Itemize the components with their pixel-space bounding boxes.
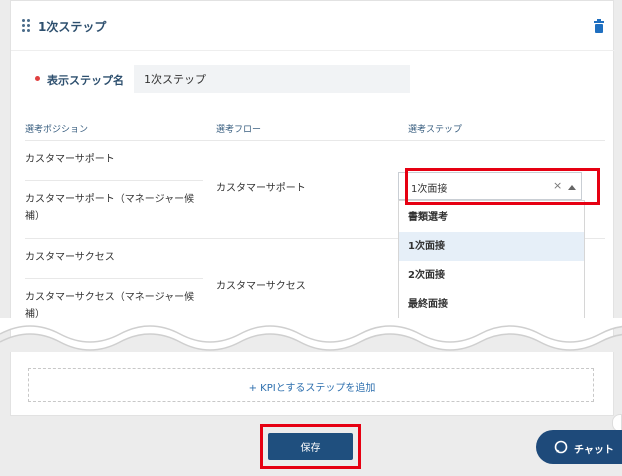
add-kpi-step-button[interactable]: + KPIとするステップを追加 (28, 368, 594, 402)
table-row-position: カスタマーサポート（マネージャー候補） (25, 194, 195, 222)
table-row-position: カスタマーサポート (25, 154, 115, 165)
step-card-header: 1次ステップ (11, 1, 615, 51)
chat-label: チャット (574, 445, 614, 456)
table-row-flow: カスタマーサクセス (216, 281, 306, 292)
dropdown-option-selected[interactable]: 1次面接 (399, 232, 584, 261)
annotation-highlight-select (405, 168, 600, 205)
dropdown-option[interactable]: 最終面接 (399, 290, 584, 319)
step-name-input[interactable] (134, 65, 410, 93)
header-position: 選考ポジション (25, 125, 89, 135)
trash-icon[interactable] (594, 19, 604, 33)
required-dot-icon (35, 76, 40, 81)
annotation-highlight-save (260, 424, 361, 469)
header-step: 選考ステップ (408, 125, 463, 135)
step-dropdown-menu: 書類選考 1次面接 2次面接 最終面接 (398, 200, 585, 319)
table-row-position: カスタマーサクセス (25, 252, 115, 263)
chat-button[interactable]: チャット (536, 430, 622, 464)
table-row-flow: カスタマーサポート (216, 183, 306, 194)
dropdown-option[interactable]: 2次面接 (399, 261, 584, 290)
divider (25, 278, 203, 279)
step-title: 1次ステップ (38, 20, 107, 34)
step-name-label: 表示ステップ名 (47, 74, 124, 87)
divider (25, 140, 605, 141)
divider (25, 180, 203, 181)
step-name-row: 表示ステップ名 (11, 65, 615, 93)
header-flow: 選考フロー (216, 125, 262, 135)
chat-bubble-icon (554, 440, 568, 454)
dropdown-option[interactable]: 書類選考 (399, 203, 584, 232)
drag-handle-icon[interactable] (22, 19, 32, 33)
add-kpi-step-label: + KPIとするステップを追加 (248, 383, 376, 394)
